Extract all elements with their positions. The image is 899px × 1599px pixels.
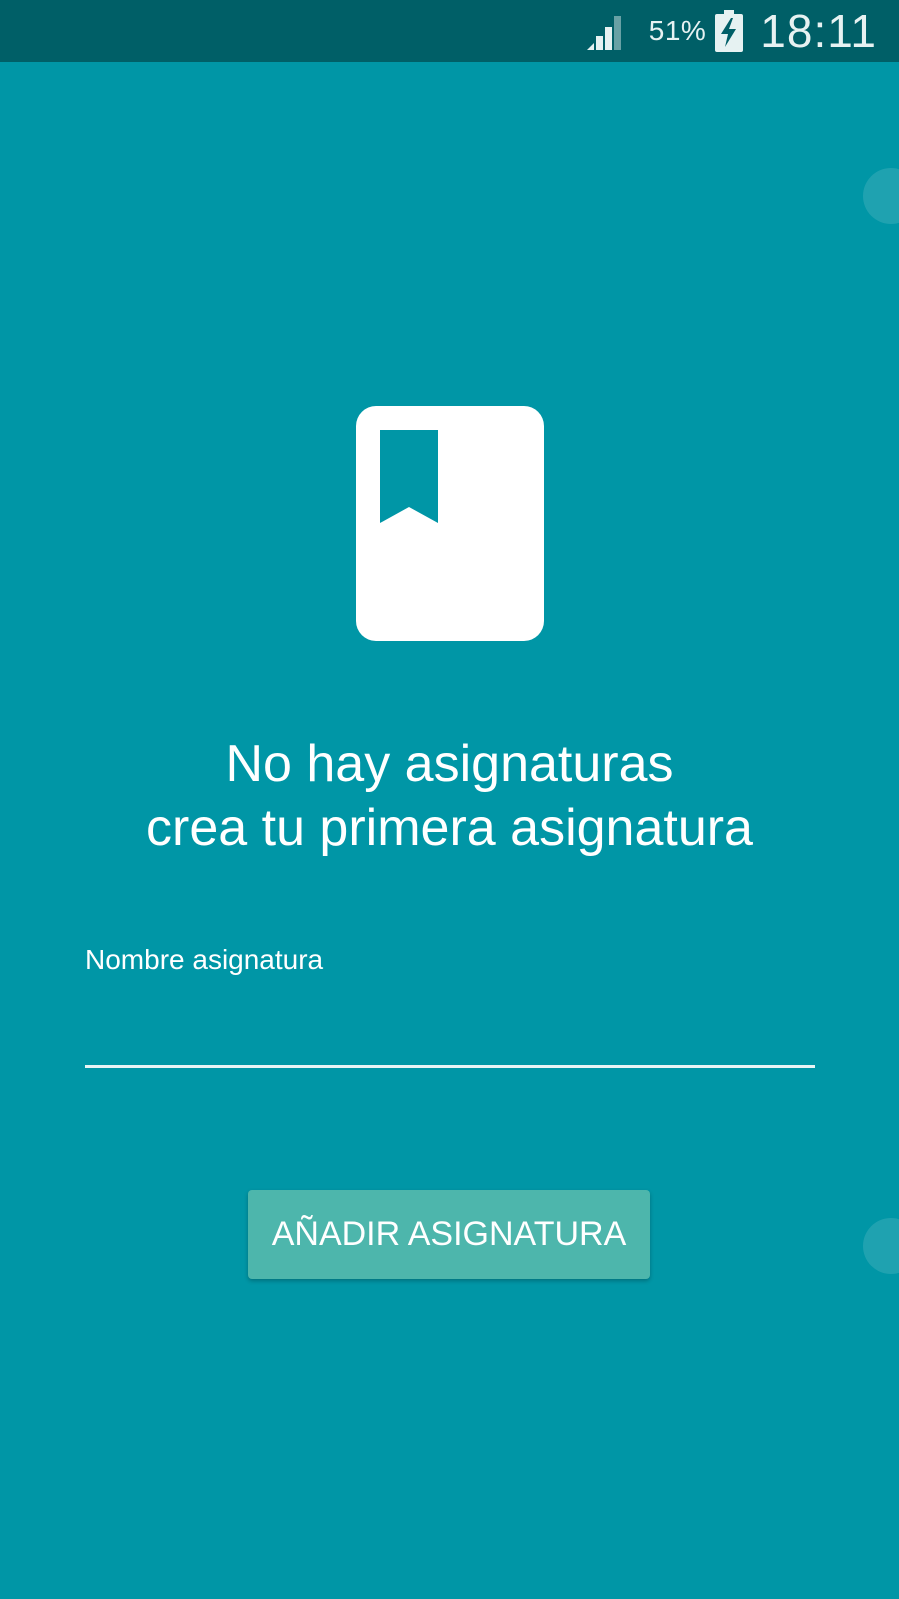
battery-percent: 51% — [648, 15, 707, 46]
edge-handle — [863, 168, 899, 224]
add-subject-button[interactable]: AÑADIR ASIGNATURA — [248, 1190, 650, 1279]
status-indicators: 51% 18:11 — [585, 0, 877, 62]
subject-name-input[interactable] — [85, 990, 815, 1068]
empty-state-title: No hay asignaturas — [225, 735, 674, 793]
book-bookmark-icon — [356, 406, 544, 641]
empty-state-subtitle: crea tu primera asignatura — [146, 799, 753, 857]
edge-handle — [863, 1218, 899, 1274]
empty-state-message: No hay asignaturas crea tu primera asign… — [0, 732, 899, 860]
battery-charging-icon — [715, 10, 744, 52]
signal-icon — [586, 16, 621, 50]
subject-name-label: Nombre asignatura — [85, 944, 324, 975]
status-bar: 51% 18:11 — [0, 0, 899, 62]
clock: 18:11 — [760, 5, 877, 57]
